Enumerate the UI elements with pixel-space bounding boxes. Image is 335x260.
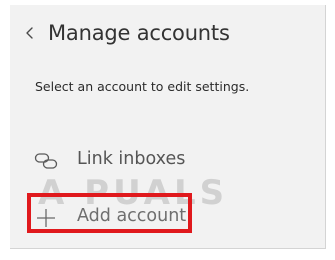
link-inboxes-item[interactable]: Link inboxes — [24, 143, 314, 179]
add-account-label: Add account — [77, 206, 187, 226]
back-button[interactable] — [19, 22, 41, 44]
chevron-left-icon — [19, 22, 41, 44]
page-title: Manage accounts — [48, 21, 230, 45]
manage-accounts-pane: Manage accounts Select an account to edi… — [10, 5, 326, 249]
link-inboxes-label: Link inboxes — [77, 149, 186, 169]
plus-icon — [34, 208, 58, 228]
add-account-item[interactable]: Add account — [24, 200, 314, 236]
instruction-text: Select an account to edit settings. — [35, 79, 250, 94]
pane-header: Manage accounts — [10, 5, 325, 61]
link-icon — [34, 151, 58, 171]
